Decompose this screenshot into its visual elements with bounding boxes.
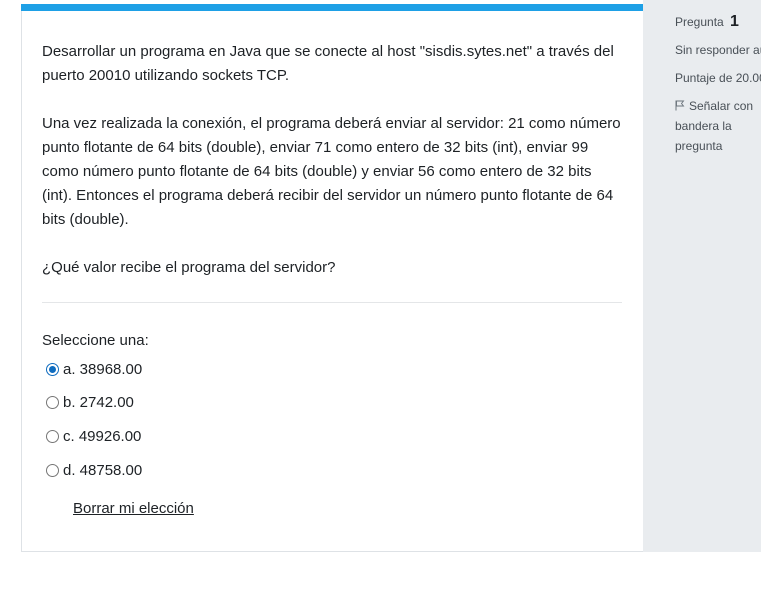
flag-question-link[interactable]: Señalar con bandera la pregunta [675,96,761,156]
question-number-value: 1 [730,13,739,30]
answer-option-b[interactable]: b. 2742.00 [46,391,134,413]
question-card: Desarrollar un programa en Java que se c… [21,4,643,552]
question-paragraph-3: ¿Qué valor recibe el programa del servid… [42,259,336,276]
question-state: Sin responder aún [675,43,761,57]
question-text: Desarrollar un programa en Java que se c… [42,40,622,304]
flag-icon [675,100,685,111]
radio-button-d[interactable] [46,463,59,477]
answer-option-label: a. 38968.00 [63,360,143,378]
question-paragraph-1: Desarrollar un programa en Java que se c… [42,43,614,84]
answer-prompt: Seleccione una: [42,332,149,349]
answer-option-a[interactable]: a. 38968.00 [46,358,142,380]
answer-option-c[interactable]: c. 49926.00 [46,425,141,447]
clear-choice-link[interactable]: Borrar mi elección [73,498,194,520]
answer-option-label: d. 48758.00 [63,461,143,479]
question-accent-bar [21,4,643,11]
question-paragraph-2: Una vez realizada la conexión, el progra… [42,115,621,228]
flag-label: Señalar con bandera la pregunta [675,99,754,153]
divider [42,302,622,303]
question-info-panel: Pregunta 1 Sin responder aún Puntaje de … [643,0,761,552]
answer-option-label: c. 49926.00 [63,427,142,445]
answer-option-d[interactable]: d. 48758.00 [46,459,142,481]
radio-button-c[interactable] [46,429,59,443]
radio-button-b[interactable] [46,395,59,409]
question-grade: Puntaje de 20.00 [675,71,761,85]
answer-option-label: b. 2742.00 [63,393,134,411]
question-number: Pregunta 1 [675,12,739,32]
question-label: Pregunta [675,15,724,29]
radio-button-a[interactable] [46,362,59,376]
